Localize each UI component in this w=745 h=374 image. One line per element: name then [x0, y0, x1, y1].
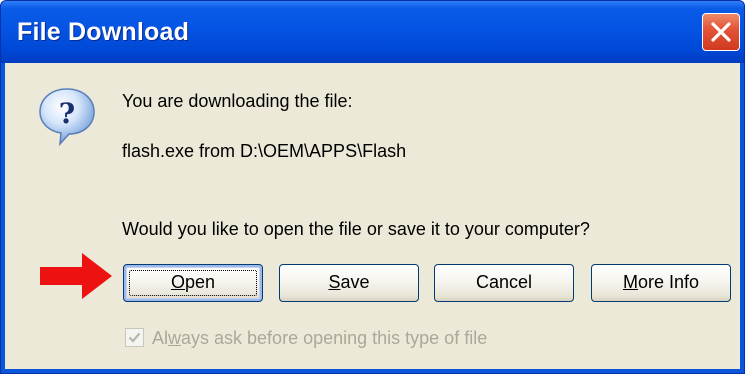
window-title: File Download — [17, 18, 190, 46]
open-button-label: Open — [170, 272, 216, 292]
dialog-body: ? You are downloading the file: flash.ex… — [5, 63, 740, 369]
open-or-save-question: Would you like to open the file or save … — [122, 219, 590, 239]
save-button-label: Save — [328, 272, 370, 292]
red-arrow-icon — [40, 253, 112, 299]
file-source-text: flash.exe from D:\OEM\APPS\Flash — [122, 141, 407, 161]
downloading-message: You are downloading the file: — [122, 91, 353, 111]
open-button[interactable]: Open — [123, 264, 263, 302]
file-download-dialog: File Download ? You are downloading the … — [0, 0, 745, 374]
checkmark-icon — [128, 332, 141, 343]
cancel-button[interactable]: Cancel — [434, 264, 574, 302]
always-ask-checkbox — [125, 328, 144, 347]
always-ask-label: Always ask before opening this type of f… — [152, 328, 488, 348]
question-icon: ? — [39, 88, 95, 147]
cancel-button-label: Cancel — [475, 272, 533, 292]
title-bar[interactable]: File Download — [1, 1, 744, 63]
close-icon — [711, 22, 731, 42]
more-info-button-label: More Info — [622, 272, 700, 292]
save-button[interactable]: Save — [279, 264, 419, 302]
more-info-button[interactable]: More Info — [591, 264, 731, 302]
svg-text:?: ? — [59, 97, 75, 130]
close-button[interactable] — [702, 13, 740, 51]
